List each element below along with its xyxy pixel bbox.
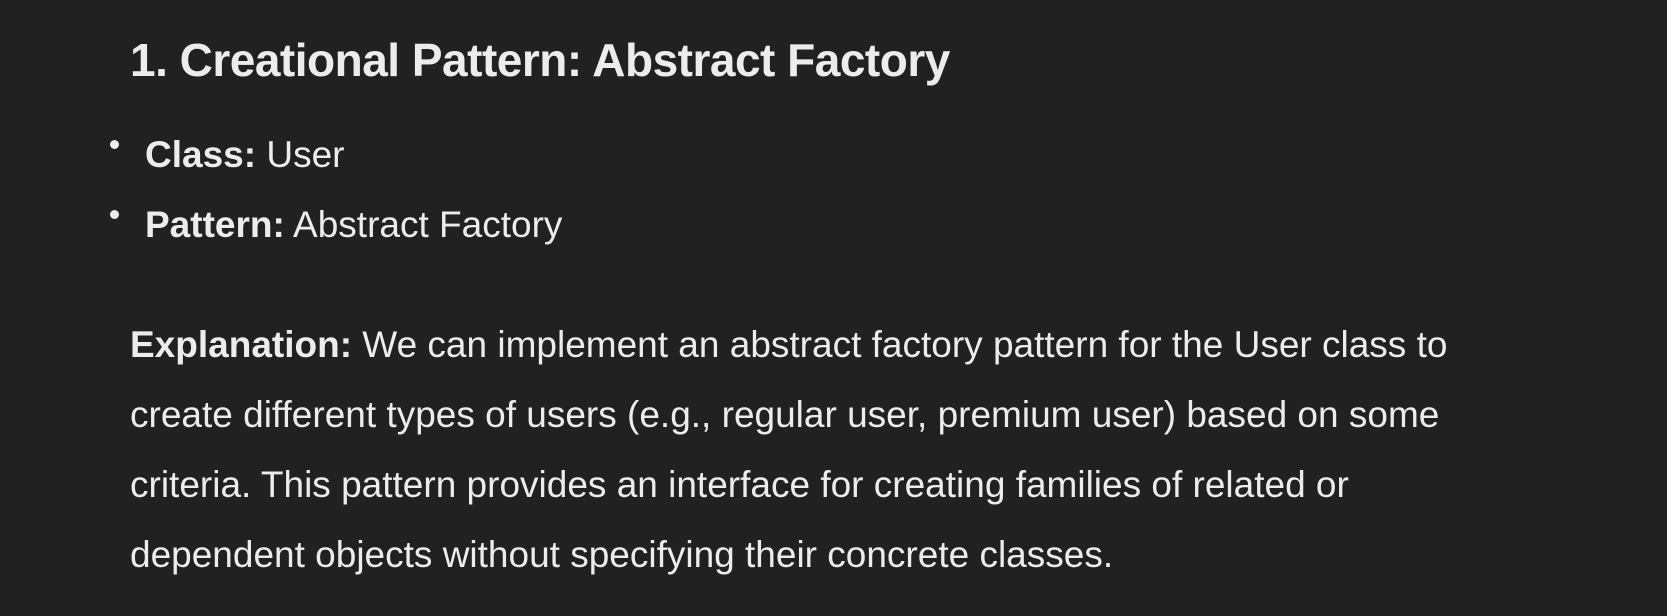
explanation-term: Explanation: (130, 324, 353, 365)
explanation-line-2: create different types of users (e.g., r… (130, 394, 1440, 435)
pattern-term: Pattern: (145, 204, 285, 245)
pattern-details-list: Class: User Pattern: Abstract Factory (110, 120, 563, 260)
explanation-paragraph: Explanation: We can implement an abstrac… (130, 310, 1550, 590)
class-value: User (256, 134, 345, 175)
bullet-dot-icon (110, 210, 119, 219)
explanation-line-3: criteria. This pattern provides an inter… (130, 464, 1349, 505)
list-item-class: Class: User (110, 120, 562, 190)
bullet-dot-icon (110, 140, 119, 149)
explanation-text-1: We can implement an abstract factory pat… (352, 324, 1448, 365)
explanation-line-4: dependent objects without specifying the… (130, 534, 1114, 575)
explanation-line-1: Explanation: We can implement an abstrac… (130, 310, 1550, 380)
class-term: Class: (145, 134, 257, 175)
pattern-value: Abstract Factory (284, 204, 563, 245)
section-heading: 1. Creational Pattern: Abstract Factory (130, 34, 950, 86)
list-item-pattern: Pattern: Abstract Factory (110, 190, 563, 260)
